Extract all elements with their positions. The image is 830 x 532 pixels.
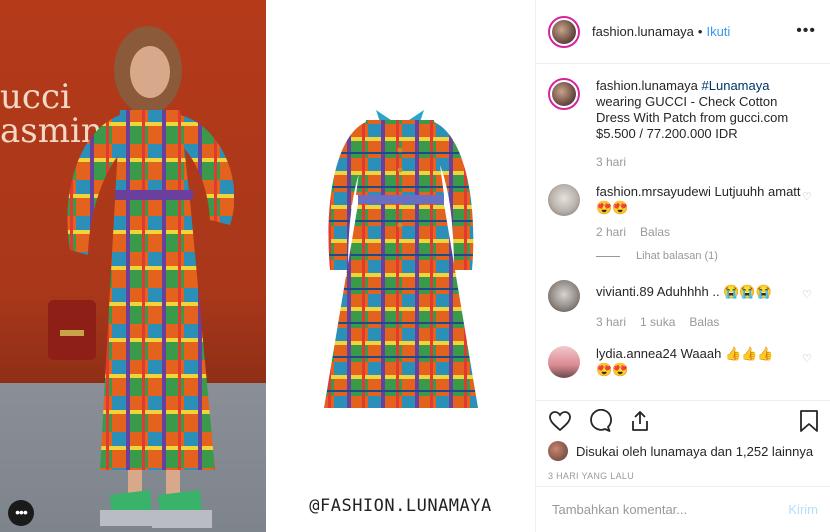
like-comment-heart-icon[interactable]: ♡ [802, 288, 812, 301]
comment-emoji: 👍👍👍 [724, 346, 774, 361]
share-icon[interactable] [628, 409, 652, 433]
likes-count[interactable]: 1,252 lainnya [736, 444, 813, 459]
comment-emoji: 😭😭😭 [723, 284, 772, 299]
comment-emoji: 😍😍 [596, 200, 629, 215]
post-side-panel: fashion.lunamaya • Ikuti ••• fashion.lun… [535, 0, 830, 532]
caption-avatar[interactable] [548, 78, 580, 110]
caption-hashtag[interactable]: #Lunamaya [702, 78, 770, 93]
likes-prefix: Disukai oleh [576, 443, 647, 459]
comment-item: vivianti.89 Aduhhhh .. 😭😭😭 3 hari 1 suka… [548, 280, 814, 330]
comment-time[interactable]: 2 hari [596, 224, 626, 240]
likes-user[interactable]: lunamaya [650, 444, 706, 459]
caption-text: wearing GUCCI - Check Cotton Dress With … [596, 94, 789, 141]
likes-and: dan [710, 443, 733, 459]
comment-item: lydia.annea24 Waaah 👍👍👍 😍😍 ♡ [548, 346, 814, 378]
view-replies-label: Lihat balasan (1) [636, 250, 718, 262]
person-in-plaid-dress [48, 26, 235, 528]
reply-button[interactable]: Balas [689, 314, 719, 330]
caption: fashion.lunamaya #Lunamaya wearing GUCCI… [548, 78, 814, 170]
action-icons [548, 407, 818, 435]
liker-avatar[interactable] [548, 441, 568, 461]
caption-time[interactable]: 3 hari [596, 154, 626, 170]
comment-avatar[interactable] [548, 280, 580, 312]
more-icon[interactable]: ••• [8, 500, 34, 526]
heart-icon[interactable] [548, 409, 572, 433]
comment-avatar[interactable] [548, 184, 580, 216]
follow-button[interactable]: Ikuti [706, 24, 730, 39]
header-username[interactable]: fashion.lunamaya [592, 24, 694, 39]
comment-item: fashion.mrsayudewi Lutjuuhh amatt 😍😍 2 h… [548, 184, 814, 240]
comment-form: Kirim [536, 486, 830, 532]
post-actions: Disukai oleh lunamaya dan 1,252 lainnya … [536, 400, 830, 532]
post-timestamp[interactable]: 3 HARI YANG LALU [548, 471, 818, 481]
avatar[interactable] [548, 15, 580, 48]
post-media[interactable]: ucci asmine ••• @FASHION.LUNAMAYA [0, 0, 535, 532]
comment-likes[interactable]: 1 suka [640, 314, 675, 330]
post-header: fashion.lunamaya • Ikuti ••• [536, 0, 830, 64]
view-replies-button[interactable]: Lihat balasan (1) [596, 250, 814, 262]
watermark-text: @FASHION.LUNAMAYA [309, 496, 492, 516]
more-options-icon[interactable]: ••• [796, 22, 816, 40]
photo-product: @FASHION.LUNAMAYA [266, 0, 535, 532]
comment-input[interactable] [552, 502, 789, 517]
comments-list[interactable]: fashion.lunamaya #Lunamaya wearing GUCCI… [536, 64, 830, 400]
comment-icon[interactable] [588, 409, 612, 433]
comment-emoji-2: 😍😍 [596, 362, 629, 377]
post-comment-button[interactable]: Kirim [788, 502, 818, 517]
comment-text: Aduhhhh .. [656, 284, 720, 299]
comment-time[interactable]: 3 hari [596, 314, 626, 330]
header-separator: • [697, 24, 703, 39]
plaid-dress-illustration [324, 110, 478, 408]
replies-divider [596, 255, 620, 257]
comment-text: Lutjuuhh amatt [714, 184, 801, 199]
likes-summary: Disukai oleh lunamaya dan 1,252 lainnya [548, 441, 818, 461]
comment-username[interactable]: fashion.mrsayudewi [596, 184, 711, 199]
bookmark-icon[interactable] [798, 409, 820, 433]
caption-username[interactable]: fashion.lunamaya [596, 78, 698, 93]
comment-username[interactable]: vivianti.89 [596, 284, 654, 299]
reply-button[interactable]: Balas [640, 224, 670, 240]
like-comment-heart-icon[interactable]: ♡ [802, 190, 812, 203]
photo-event: ucci asmine ••• [0, 0, 266, 532]
like-comment-heart-icon[interactable]: ♡ [802, 352, 812, 365]
comment-username[interactable]: lydia.annea24 [596, 346, 677, 361]
comment-avatar[interactable] [548, 346, 580, 378]
comment-text: Waaah [680, 346, 722, 361]
